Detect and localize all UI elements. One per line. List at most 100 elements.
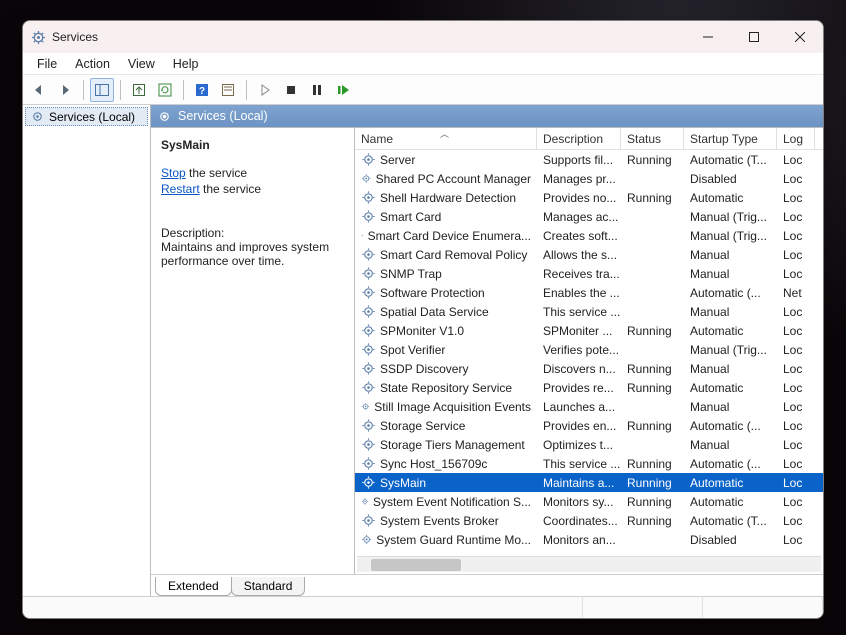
menu-help[interactable]: Help: [165, 55, 207, 73]
cell-status: Running: [621, 150, 684, 169]
menu-view[interactable]: View: [120, 55, 163, 73]
cell-status: Running: [621, 188, 684, 207]
scrollbar-thumb[interactable]: [371, 559, 461, 571]
minimize-button[interactable]: [685, 21, 731, 53]
cell-startup: Automatic (...: [684, 416, 777, 435]
cell-status: [621, 169, 684, 188]
status-bar: [23, 596, 823, 618]
column-header-description[interactable]: Description: [537, 128, 621, 149]
service-row[interactable]: System Event Notification S...Monitors s…: [355, 492, 823, 511]
close-button[interactable]: [777, 21, 823, 53]
stop-link[interactable]: Stop: [161, 166, 186, 180]
cell-startup: Automatic (...: [684, 283, 777, 302]
cell-startup: Automatic: [684, 188, 777, 207]
service-row[interactable]: Storage Tiers ManagementOptimizes t... Ma…: [355, 435, 823, 454]
tab-extended[interactable]: Extended: [155, 577, 232, 596]
services-list[interactable]: ︿ Name Description Status Startup Type L…: [355, 128, 823, 574]
tab-strip: Extended Standard: [151, 574, 823, 596]
cell-status: Running: [621, 378, 684, 397]
tab-standard[interactable]: Standard: [231, 577, 306, 596]
cell-logon: Loc: [777, 492, 815, 511]
service-row[interactable]: Software ProtectionEnables the ...Automa…: [355, 283, 823, 302]
cell-startup: Automatic: [684, 492, 777, 511]
service-row[interactable]: System Guard Runtime Mo...Monitors an...…: [355, 530, 823, 549]
service-row[interactable]: Smart Card Removal PolicyAllows the s...…: [355, 245, 823, 264]
cell-name: Shell Hardware Detection: [355, 188, 537, 207]
service-row[interactable]: SSDP DiscoveryDiscovers n...RunningManua…: [355, 359, 823, 378]
service-row[interactable]: SPMoniter V1.0SPMoniter ...RunningAutoma…: [355, 321, 823, 340]
cell-description: Receives tra...: [537, 264, 621, 283]
service-row[interactable]: Spot VerifierVerifies pote...Manual (Tri…: [355, 340, 823, 359]
help-button[interactable]: ?: [190, 78, 214, 102]
cell-startup: Disabled: [684, 530, 777, 549]
service-row[interactable]: Smart CardManages ac...Manual (Trig...Lo…: [355, 207, 823, 226]
export-list-button[interactable]: [127, 78, 151, 102]
console-tree[interactable]: Services (Local): [23, 105, 151, 596]
service-row[interactable]: Sync Host_156709cThis service ...Running…: [355, 454, 823, 473]
cell-logon: Loc: [777, 378, 815, 397]
cell-startup: Manual: [684, 302, 777, 321]
column-header-status[interactable]: Status: [621, 128, 684, 149]
restart-suffix: the service: [200, 182, 261, 196]
service-row[interactable]: ServerSupports fil...RunningAutomatic (T…: [355, 150, 823, 169]
gear-icon: [30, 109, 45, 124]
cell-name: SysMain: [355, 473, 537, 492]
start-service-button[interactable]: [253, 78, 277, 102]
show-hide-tree-button[interactable]: [90, 78, 114, 102]
cell-name: Storage Tiers Management: [355, 435, 537, 454]
cell-logon: Net: [777, 283, 815, 302]
menu-action[interactable]: Action: [67, 55, 118, 73]
stop-suffix: the service: [186, 166, 247, 180]
column-header-logon[interactable]: Log: [777, 128, 815, 149]
service-row[interactable]: System Events BrokerCoordinates...Runnin…: [355, 511, 823, 530]
menu-file[interactable]: File: [29, 55, 65, 73]
cell-description: Monitors sy...: [537, 492, 621, 511]
refresh-button[interactable]: [153, 78, 177, 102]
cell-startup: Manual: [684, 264, 777, 283]
back-button[interactable]: [27, 78, 51, 102]
cell-startup: Manual (Trig...: [684, 340, 777, 359]
service-row[interactable]: SysMainMaintains a...RunningAutomaticLoc: [355, 473, 823, 492]
cell-status: [621, 530, 684, 549]
cell-status: Running: [621, 511, 684, 530]
forward-button[interactable]: [53, 78, 77, 102]
cell-description: Discovers n...: [537, 359, 621, 378]
cell-name: Smart Card: [355, 207, 537, 226]
service-row[interactable]: Smart Card Device Enumera...Creates soft…: [355, 226, 823, 245]
cell-description: Optimizes t...: [537, 435, 621, 454]
cell-name: System Guard Runtime Mo...: [355, 530, 537, 549]
column-header-startup[interactable]: Startup Type: [684, 128, 777, 149]
tree-root-services-local[interactable]: Services (Local): [25, 107, 148, 126]
service-row[interactable]: Storage ServiceProvides en...RunningAuto…: [355, 416, 823, 435]
cell-name: System Events Broker: [355, 511, 537, 530]
cell-startup: Manual: [684, 245, 777, 264]
stop-service-button[interactable]: [279, 78, 303, 102]
cell-logon: Loc: [777, 340, 815, 359]
list-header[interactable]: ︿ Name Description Status Startup Type L…: [355, 128, 823, 150]
cell-logon: Loc: [777, 245, 815, 264]
description-label: Description:: [161, 226, 344, 240]
cell-logon: Loc: [777, 150, 815, 169]
service-row[interactable]: Shared PC Account ManagerManages pr...Di…: [355, 169, 823, 188]
cell-name: Smart Card Removal Policy: [355, 245, 537, 264]
horizontal-scrollbar[interactable]: [357, 556, 821, 572]
service-row[interactable]: Shell Hardware DetectionProvides no...Ru…: [355, 188, 823, 207]
cell-description: Provides no...: [537, 188, 621, 207]
cell-status: Running: [621, 454, 684, 473]
service-row[interactable]: SNMP TrapReceives tra...ManualLoc: [355, 264, 823, 283]
cell-logon: Loc: [777, 226, 815, 245]
service-row[interactable]: Spatial Data ServiceThis service ...Manu…: [355, 302, 823, 321]
gear-icon: [157, 109, 172, 124]
properties-button[interactable]: [216, 78, 240, 102]
service-row[interactable]: State Repository ServiceProvides re...Ru…: [355, 378, 823, 397]
cell-logon: Loc: [777, 397, 815, 416]
pause-service-button[interactable]: [305, 78, 329, 102]
toolbar: ?: [23, 75, 823, 105]
titlebar[interactable]: Services: [23, 21, 823, 53]
maximize-button[interactable]: [731, 21, 777, 53]
restart-service-button[interactable]: [331, 78, 355, 102]
service-row[interactable]: Still Image Acquisition EventsLaunches a…: [355, 397, 823, 416]
cell-logon: Loc: [777, 207, 815, 226]
cell-startup: Manual: [684, 435, 777, 454]
restart-link[interactable]: Restart: [161, 182, 200, 196]
